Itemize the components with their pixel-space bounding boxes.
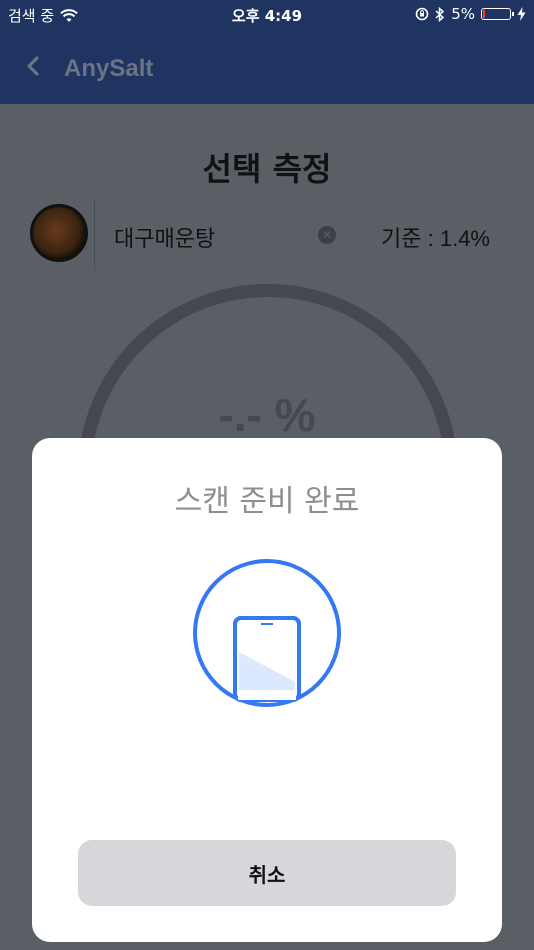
back-chevron-icon[interactable] [22, 52, 46, 80]
scan-ready-modal: 스캔 준비 완료 취소 [32, 438, 502, 942]
nav-bar: AnySalt [0, 28, 534, 104]
phone-scan-icon [193, 559, 341, 707]
page-title: 선택 측정 [202, 150, 332, 188]
food-name: 대구매운탕 [114, 227, 216, 252]
cancel-button[interactable]: 취소 [78, 840, 456, 906]
salt-standard: 기준 : 1.4% [381, 226, 490, 251]
orientation-lock-icon [415, 7, 429, 21]
battery-icon [481, 8, 514, 20]
food-thumbnail [30, 204, 88, 262]
divider [94, 200, 95, 270]
charging-icon [517, 7, 526, 21]
clear-icon[interactable]: ✕ [318, 226, 336, 244]
status-right: 5% [415, 5, 526, 23]
status-bar: 검색 중 오후 4:49 5% [0, 0, 534, 28]
gauge-value: -.- % [218, 389, 316, 441]
modal-title: 스캔 준비 완료 [174, 484, 360, 519]
battery-percent: 5% [451, 5, 475, 23]
app-title: AnySalt [64, 55, 154, 82]
bluetooth-icon [435, 6, 445, 22]
